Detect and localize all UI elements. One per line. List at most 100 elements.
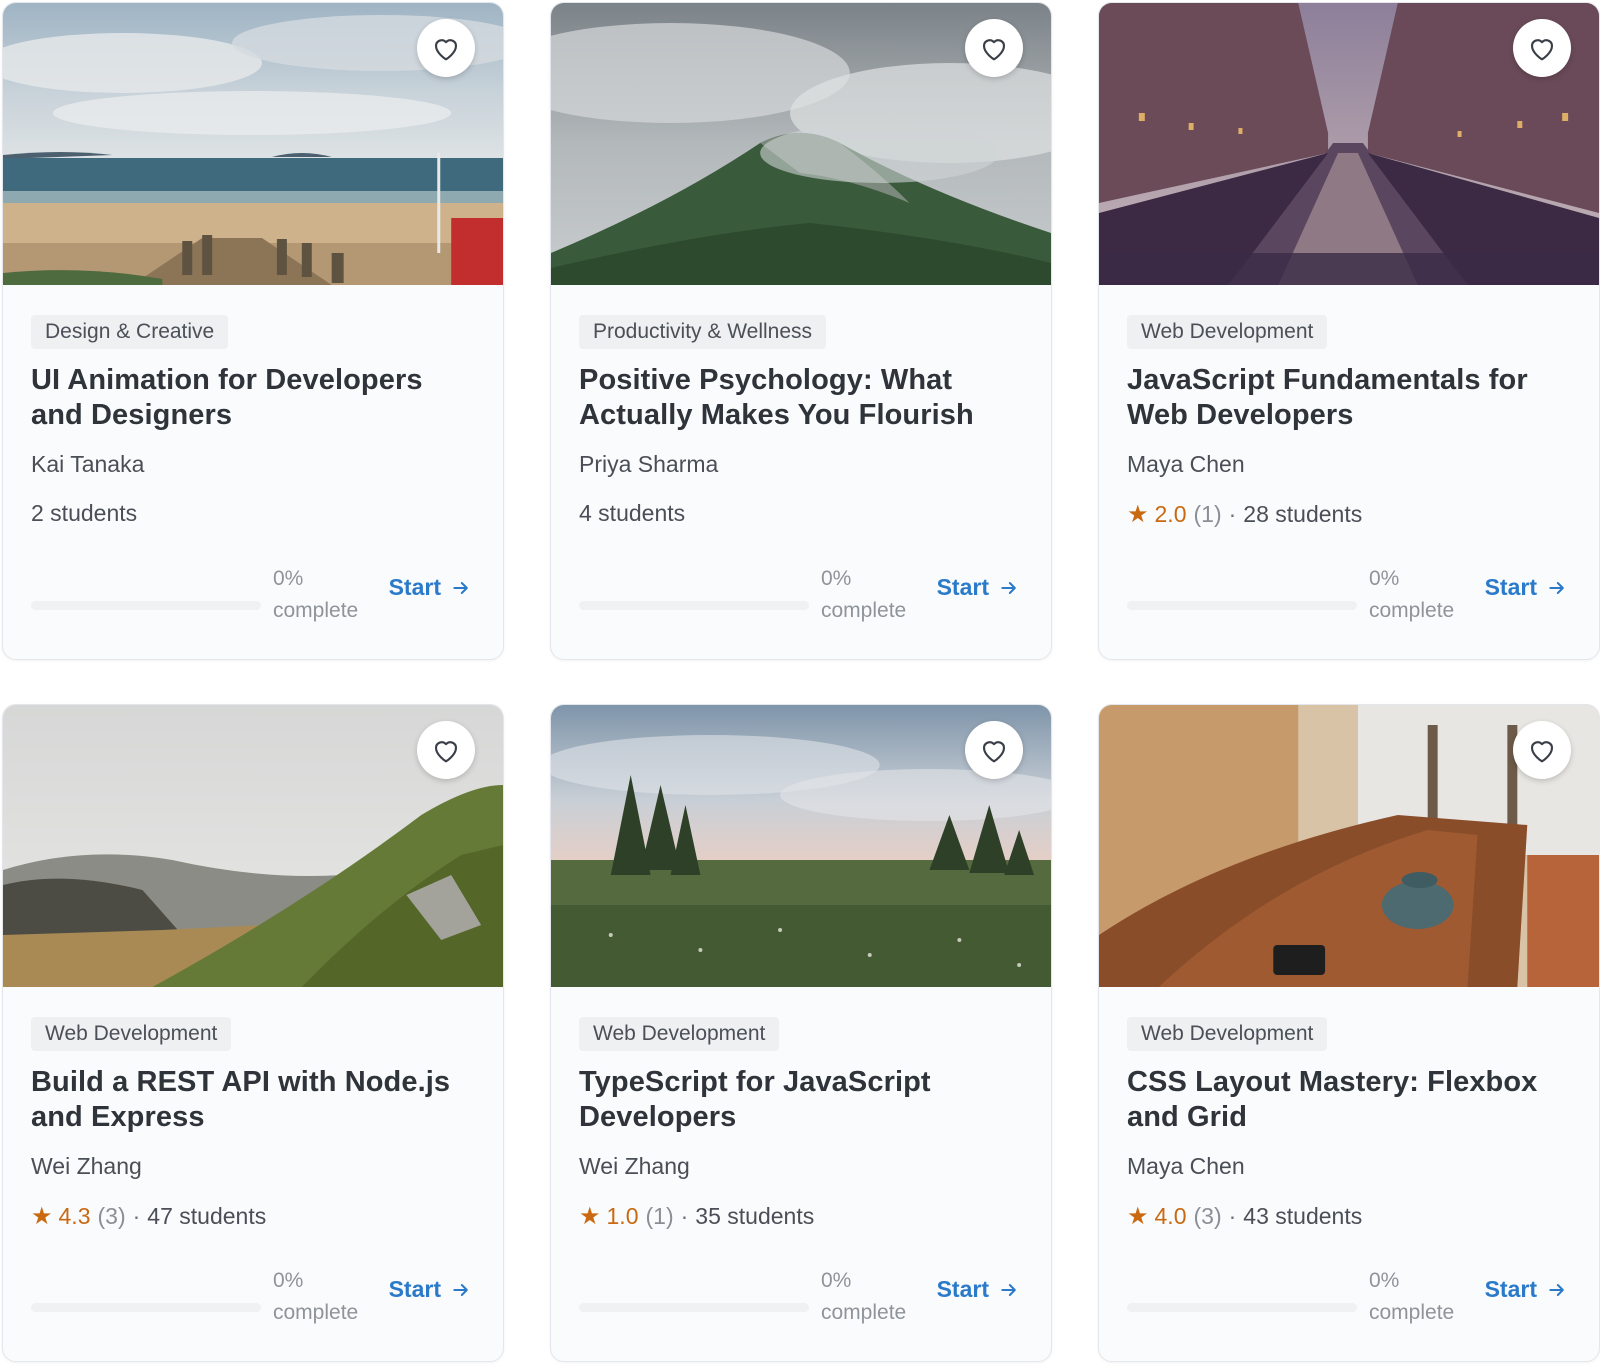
course-stats: ★ 2.0 (1) · 28 students (1127, 500, 1571, 529)
category-badge: Web Development (31, 1017, 232, 1051)
favorite-button[interactable] (1513, 721, 1571, 779)
progress-text: 0% complete (273, 563, 358, 627)
course-card[interactable]: Web Development JavaScript Fundamentals … (1098, 2, 1600, 660)
student-count: 35 students (695, 1203, 815, 1229)
rating-value: 1.0 (606, 1203, 639, 1229)
course-stats: ★ 4.0 (3) · 43 students (1127, 1202, 1571, 1231)
arrow-right-icon (453, 1283, 468, 1296)
star-icon: ★ (1127, 1203, 1149, 1230)
progress-label: complete (1369, 1301, 1455, 1324)
category-badge: Web Development (1127, 315, 1328, 349)
progress-label: complete (273, 1301, 359, 1324)
course-card[interactable]: Web Development CSS Layout Mastery: Flex… (1098, 704, 1600, 1362)
progress-section: 0% complete Start (1127, 1265, 1571, 1329)
favorite-button[interactable] (965, 19, 1023, 77)
course-stats: ★ 1.0 (1) · 35 students (579, 1202, 1023, 1231)
progress-bar (579, 601, 809, 610)
progress-percent: 0% (821, 567, 852, 590)
course-thumbnail[interactable] (1099, 3, 1599, 285)
student-count: 2 students (31, 500, 138, 526)
course-title[interactable]: JavaScript Fundamentals for Web Develope… (1127, 363, 1571, 433)
favorite-button[interactable] (417, 19, 475, 77)
heart-icon (1530, 39, 1554, 61)
rating-count: (3) (97, 1203, 126, 1229)
start-label: Start (388, 574, 441, 600)
heart-icon (434, 741, 458, 763)
student-count: 43 students (1243, 1203, 1363, 1229)
progress-label: complete (821, 1301, 907, 1324)
progress-section: 0% complete Start (579, 563, 1023, 627)
course-thumbnail[interactable] (551, 3, 1051, 285)
progress-bar (31, 1303, 261, 1312)
start-button[interactable]: Start (937, 1276, 1019, 1303)
course-title[interactable]: TypeScript for JavaScript Developers (579, 1065, 1023, 1135)
progress-text: 0% complete (821, 563, 906, 627)
favorite-button[interactable] (417, 721, 475, 779)
star-icon: ★ (579, 1203, 601, 1230)
progress-section: 0% complete Start (31, 1265, 475, 1329)
start-button[interactable]: Start (1485, 1276, 1567, 1303)
rating-count: (3) (1193, 1203, 1222, 1229)
favorite-button[interactable] (965, 721, 1023, 779)
progress-label: complete (1369, 599, 1455, 622)
progress-section: 0% complete Start (579, 1265, 1023, 1329)
course-card[interactable]: Web Development Build a REST API with No… (2, 704, 504, 1362)
separator-dot: · (132, 1203, 141, 1229)
course-title[interactable]: UI Animation for Developers and Designer… (31, 363, 475, 433)
student-count: 47 students (147, 1203, 267, 1229)
instructor-name: Wei Zhang (579, 1153, 690, 1179)
rating-value: 4.0 (1154, 1203, 1187, 1229)
course-title[interactable]: CSS Layout Mastery: Flexbox and Grid (1127, 1065, 1571, 1135)
progress-percent: 0% (821, 1269, 852, 1292)
start-button[interactable]: Start (389, 1276, 471, 1303)
course-card[interactable]: Productivity & Wellness Positive Psychol… (550, 2, 1052, 660)
course-thumbnail[interactable] (3, 3, 503, 285)
arrow-right-icon (1001, 1283, 1016, 1296)
instructor-name: Kai Tanaka (31, 451, 145, 477)
start-label: Start (936, 574, 989, 600)
favorite-button[interactable] (1513, 19, 1571, 77)
progress-section: 0% complete Start (1127, 563, 1571, 627)
arrow-right-icon (1001, 581, 1016, 594)
progress-bar (1127, 601, 1357, 610)
category-badge: Productivity & Wellness (579, 315, 827, 349)
progress-bar (1127, 1303, 1357, 1312)
separator-dot: · (680, 1203, 689, 1229)
start-button[interactable]: Start (937, 574, 1019, 601)
start-button[interactable]: Start (389, 574, 471, 601)
category-badge: Web Development (1127, 1017, 1328, 1051)
rating-value: 4.3 (58, 1203, 91, 1229)
student-count: 28 students (1243, 501, 1363, 527)
separator-dot: · (1228, 1203, 1237, 1229)
student-count: 4 students (579, 500, 686, 526)
course-stats: 4 students (579, 500, 1023, 527)
progress-percent: 0% (1369, 567, 1400, 590)
heart-icon (982, 39, 1006, 61)
course-stats: 2 students (31, 500, 475, 527)
progress-label: complete (273, 599, 359, 622)
heart-icon (1530, 741, 1554, 763)
course-stats: ★ 4.3 (3) · 47 students (31, 1202, 475, 1231)
course-thumbnail[interactable] (1099, 705, 1599, 987)
course-card[interactable]: Web Development TypeScript for JavaScrip… (550, 704, 1052, 1362)
progress-bar (579, 1303, 809, 1312)
progress-percent: 0% (273, 1269, 304, 1292)
category-badge: Web Development (579, 1017, 780, 1051)
instructor-name: Priya Sharma (579, 451, 719, 477)
course-grid: Design & Creative UI Animation for Devel… (2, 2, 1600, 1362)
star-icon: ★ (1127, 501, 1149, 528)
start-label: Start (1484, 1276, 1537, 1302)
category-badge: Design & Creative (31, 315, 229, 349)
progress-section: 0% complete Start (31, 563, 475, 627)
start-label: Start (936, 1276, 989, 1302)
course-title[interactable]: Positive Psychology: What Actually Makes… (579, 363, 1023, 433)
rating-count: (1) (1193, 501, 1222, 527)
arrow-right-icon (1549, 1283, 1564, 1296)
course-card[interactable]: Design & Creative UI Animation for Devel… (2, 2, 504, 660)
progress-text: 0% complete (273, 1265, 358, 1329)
course-title[interactable]: Build a REST API with Node.js and Expres… (31, 1065, 475, 1135)
course-thumbnail[interactable] (551, 705, 1051, 987)
arrow-right-icon (453, 581, 468, 594)
start-button[interactable]: Start (1485, 574, 1567, 601)
course-thumbnail[interactable] (3, 705, 503, 987)
